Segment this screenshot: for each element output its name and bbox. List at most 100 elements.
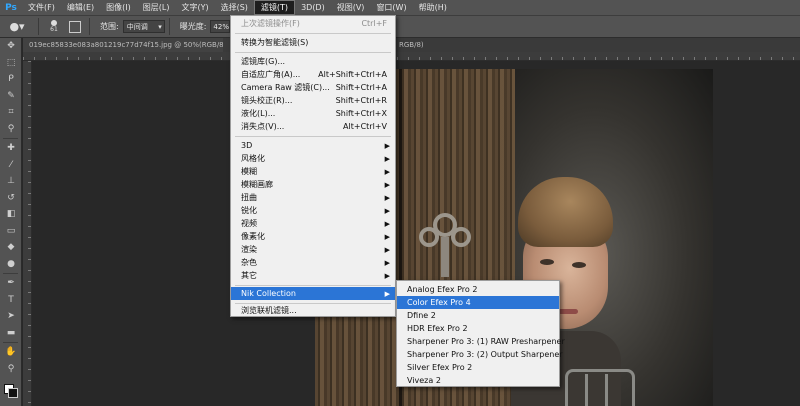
menu-convert-smart-filters[interactable]: 转换为智能滤镜(S)	[231, 36, 395, 49]
chair-rail	[585, 374, 588, 406]
range-select[interactable]: 中间调 ▾	[122, 20, 165, 33]
pen-icon[interactable]: ✒	[0, 275, 22, 292]
menu-filter[interactable]: 滤镜(T)	[253, 0, 296, 15]
menu-filter-gallery[interactable]: 滤镜库(G)...	[231, 55, 395, 68]
menu-select[interactable]: 选择(S)	[215, 0, 254, 15]
menu-separator	[235, 33, 391, 34]
menu-3d[interactable]: 3D ▶	[231, 139, 395, 152]
filter-menu: 上次滤镜操作(F) Ctrl+F 转换为智能滤镜(S) 滤镜库(G)... 自适…	[230, 15, 396, 317]
menu-item-label: 镜头校正(R)...	[241, 96, 293, 105]
eyedropper-icon[interactable]: ⚲	[0, 121, 22, 138]
menu-3d[interactable]: 3D(D)	[295, 0, 331, 15]
submenu-silver-efex[interactable]: Silver Efex Pro 2	[397, 361, 559, 374]
blur-icon[interactable]: ◆	[0, 239, 22, 256]
menu-camera-raw-filter[interactable]: Camera Raw 滤镜(C)... Shift+Ctrl+A	[231, 81, 395, 94]
submenu-raw-presharpener[interactable]: Sharpener Pro 3: (1) RAW Presharpener	[397, 335, 565, 348]
menu-type[interactable]: 文字(Y)	[175, 0, 214, 15]
submenu-arrow-icon: ▶	[384, 258, 390, 267]
hand-icon[interactable]: ✋	[0, 344, 22, 361]
brush-panel-toggle-icon[interactable]	[69, 20, 81, 33]
menu-blur[interactable]: 模糊 ▶	[231, 165, 395, 178]
tool-preset-picker[interactable]: ●▾	[0, 17, 34, 36]
menu-item-label: 渲染	[241, 245, 257, 254]
menu-liquify[interactable]: 液化(L)... Shift+Ctrl+X	[231, 107, 395, 120]
menu-noise[interactable]: 杂色 ▶	[231, 256, 395, 269]
menu-item-shortcut: Shift+Ctrl+R	[335, 96, 387, 105]
clone-stamp-icon[interactable]: ⊥	[0, 173, 22, 190]
menu-blur-gallery[interactable]: 模糊画廊 ▶	[231, 178, 395, 191]
menu-edit[interactable]: 编辑(E)	[61, 0, 100, 15]
healing-icon[interactable]: ✚	[0, 140, 22, 157]
nik-collection-submenu: Analog Efex Pro 2 Color Efex Pro 4 Dfine…	[396, 280, 565, 387]
quick-select-icon[interactable]: ✎	[0, 88, 22, 105]
brush-icon[interactable]: ⁄	[0, 157, 22, 174]
type-icon[interactable]: T	[0, 292, 22, 309]
menu-adaptive-wide-angle[interactable]: 自适应广角(A)... Alt+Shift+Ctrl+A	[231, 68, 395, 81]
exposure-label: 曝光度:	[179, 22, 207, 31]
document-tab-mode: RGB/8)	[399, 41, 424, 49]
menu-window[interactable]: 窗口(W)	[370, 0, 412, 15]
menu-separator	[235, 285, 391, 286]
submenu-arrow-icon: ▶	[384, 219, 390, 228]
menu-last-filter[interactable]: 上次滤镜操作(F) Ctrl+F	[231, 17, 395, 30]
submenu-analog-efex[interactable]: Analog Efex Pro 2	[397, 283, 559, 296]
submenu-hdr-efex[interactable]: HDR Efex Pro 2	[397, 322, 559, 335]
menu-separator	[235, 52, 391, 53]
menu-browse-filters-online[interactable]: 浏览联机滤镜...	[231, 304, 395, 317]
menu-item-shortcut: Shift+Ctrl+X	[335, 109, 387, 118]
horizontal-ruler[interactable]	[23, 52, 800, 61]
submenu-viveza[interactable]: Viveza 2	[397, 374, 559, 387]
marquee-icon[interactable]: ⬚	[0, 55, 22, 72]
options-separator	[89, 18, 90, 35]
background-color-swatch[interactable]	[8, 388, 18, 398]
submenu-arrow-icon: ▶	[384, 232, 390, 241]
menu-distort[interactable]: 扭曲 ▶	[231, 191, 395, 204]
photoshop-logo-icon: Ps	[5, 2, 17, 13]
menu-item-label: 上次滤镜操作(F)	[241, 19, 300, 28]
menu-lens-correction[interactable]: 镜头校正(R)... Shift+Ctrl+R	[231, 94, 395, 107]
menu-item-label: Nik Collection	[241, 289, 296, 298]
menu-stylize[interactable]: 风格化 ▶	[231, 152, 395, 165]
menu-sharpen[interactable]: 锐化 ▶	[231, 204, 395, 217]
submenu-arrow-icon: ▶	[384, 154, 390, 163]
options-separator	[168, 18, 170, 35]
submenu-arrow-icon: ▶	[384, 167, 390, 176]
submenu-dfine[interactable]: Dfine 2	[397, 309, 559, 322]
menu-item-label: 风格化	[241, 154, 265, 163]
menu-layer[interactable]: 图层(L)	[137, 0, 176, 15]
menu-item-shortcut: Alt+Ctrl+V	[343, 122, 387, 131]
submenu-color-efex[interactable]: Color Efex Pro 4	[397, 296, 559, 309]
menu-pixelate[interactable]: 像素化 ▶	[231, 230, 395, 243]
brush-preset-picker[interactable]: 61	[43, 17, 65, 36]
menu-render[interactable]: 渲染 ▶	[231, 243, 395, 256]
vertical-ruler[interactable]	[23, 61, 32, 406]
shape-icon[interactable]: ▬	[0, 325, 22, 342]
document-tab[interactable]: 019ec85833e083a801219c77d74f15.jpg @ 50%…	[23, 38, 223, 52]
menu-other[interactable]: 其它 ▶	[231, 269, 395, 282]
zoom-icon[interactable]: ⚲	[0, 361, 22, 378]
path-select-icon[interactable]: ➤	[0, 308, 22, 325]
move-icon[interactable]: ✥	[0, 38, 22, 55]
submenu-arrow-icon: ▶	[384, 245, 390, 254]
menu-item-label: 视频	[241, 219, 257, 228]
menu-view[interactable]: 视图(V)	[331, 0, 371, 15]
dodge-icon[interactable]: ●	[0, 256, 22, 273]
menu-video[interactable]: 视频 ▶	[231, 217, 395, 230]
menu-vanishing-point[interactable]: 消失点(V)... Alt+Ctrl+V	[231, 120, 395, 133]
history-brush-icon[interactable]: ↺	[0, 190, 22, 207]
crop-icon[interactable]: ⌗	[0, 104, 22, 121]
submenu-arrow-icon: ▶	[384, 193, 390, 202]
menu-help[interactable]: 帮助(H)	[413, 0, 453, 15]
exposure-input[interactable]: 42%	[210, 20, 231, 33]
gradient-icon[interactable]: ▭	[0, 223, 22, 240]
menu-file[interactable]: 文件(F)	[22, 0, 61, 15]
menu-nik-collection[interactable]: Nik Collection ▶	[231, 287, 395, 300]
options-bar: ●▾ 61 范围: 中间调 ▾ 曝光度: 42%	[0, 15, 800, 38]
submenu-output-sharpener[interactable]: Sharpener Pro 3: (2) Output Sharpener	[397, 348, 563, 361]
menu-separator	[235, 136, 391, 137]
eraser-icon[interactable]: ◧	[0, 206, 22, 223]
lasso-icon[interactable]: ᑭ	[0, 71, 22, 88]
menu-image[interactable]: 图像(I)	[100, 0, 137, 15]
menu-item-label: 模糊	[241, 167, 257, 176]
door-ornament	[419, 213, 471, 277]
